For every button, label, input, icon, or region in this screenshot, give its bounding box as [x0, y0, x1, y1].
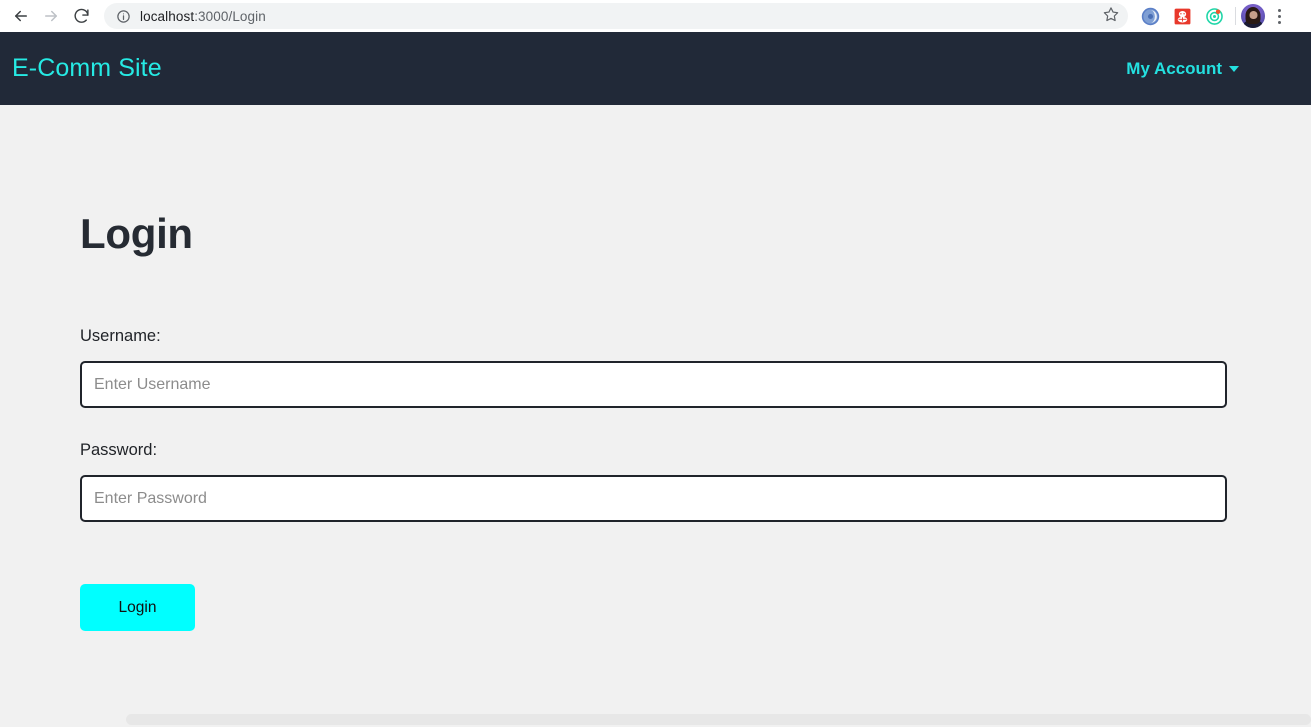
back-arrow-icon	[12, 7, 30, 25]
extension-icon-red-square[interactable]	[1166, 0, 1198, 32]
extension-icons	[1134, 0, 1293, 32]
password-input[interactable]	[80, 475, 1227, 522]
password-label: Password:	[80, 441, 158, 459]
address-bar[interactable]: localhost:3000/Login	[104, 3, 1128, 29]
toolbar-divider	[1235, 7, 1236, 25]
username-field-group: Username:	[80, 327, 1227, 408]
browser-toolbar: localhost:3000/Login	[0, 0, 1311, 32]
menu-dot	[1277, 20, 1281, 24]
login-form: Username: Password:	[80, 327, 1227, 522]
site-navbar: E-Comm Site My Account	[0, 32, 1311, 105]
menu-dot	[1277, 8, 1281, 12]
page-viewport: E-Comm Site My Account Login Username: P…	[0, 32, 1311, 727]
three-dot-menu-icon[interactable]	[1265, 0, 1293, 32]
password-field-group: Password:	[80, 441, 1227, 522]
forward-arrow-icon	[42, 7, 60, 25]
site-brand[interactable]: E-Comm Site	[12, 54, 162, 83]
my-account-label: My Account	[1126, 58, 1222, 78]
my-account-dropdown[interactable]: My Account	[1126, 59, 1295, 79]
profile-avatar[interactable]	[1241, 4, 1265, 28]
extension-icon-blue-orb[interactable]	[1134, 0, 1166, 32]
page-title: Login	[80, 210, 193, 257]
username-label: Username:	[80, 327, 161, 345]
star-icon	[1103, 6, 1119, 27]
extension-icon-green-target[interactable]	[1198, 0, 1230, 32]
menu-dot	[1277, 14, 1281, 18]
navigation-buttons	[0, 2, 96, 30]
back-button[interactable]	[6, 2, 36, 30]
reload-icon	[73, 8, 90, 25]
login-submit-button[interactable]: Login	[80, 584, 195, 631]
reload-button[interactable]	[66, 2, 96, 30]
bookmark-button[interactable]	[1098, 3, 1124, 29]
chevron-down-icon	[1229, 65, 1239, 72]
scrollbar-thumb[interactable]	[126, 714, 1311, 725]
url-host: localhost	[140, 8, 195, 24]
avatar-hair	[1245, 7, 1261, 25]
field-spacer	[80, 408, 1227, 441]
site-info-icon[interactable]	[114, 7, 132, 25]
horizontal-scrollbar[interactable]	[0, 712, 1311, 727]
url-path: :3000/Login	[194, 8, 266, 24]
url-text: localhost:3000/Login	[140, 9, 1098, 24]
forward-button[interactable]	[36, 2, 66, 30]
username-input[interactable]	[80, 361, 1227, 408]
